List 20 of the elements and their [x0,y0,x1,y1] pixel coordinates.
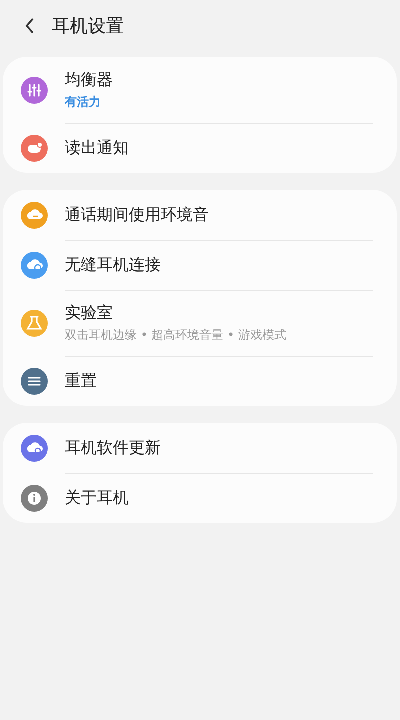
item-title: 均衡器 [65,70,114,90]
settings-item[interactable]: 无缝耳机连接 [3,240,397,290]
item-subtitle: 有活力 [65,94,102,110]
item-title: 耳机软件更新 [65,438,162,458]
item-title: 重置 [65,371,98,392]
settings-item[interactable]: 读出通知 [3,123,397,173]
settings-item[interactable]: 通话期间使用环境音 [3,190,397,240]
item-title: 通话期间使用环境音 [65,204,210,226]
back-icon [24,17,36,35]
page-title: 耳机设置 [52,15,124,38]
item-subtitle: 双击耳机边缘 • 超高环境音量 • 游戏模式 [65,327,288,344]
settings-item[interactable]: 关于耳机 [3,473,397,523]
item-title: 实验室 [65,303,114,324]
item-title: 无缝耳机连接 [65,255,162,276]
settings-item[interactable]: 均衡器 有活力 [3,57,397,123]
settings-item[interactable]: 实验室 双击耳机边缘 • 超高环境音量 • 游戏模式 [3,290,397,356]
settings-item[interactable]: 耳机软件更新 [3,423,397,473]
item-title: 读出通知 [65,138,130,159]
item-title: 关于耳机 [65,488,130,509]
settings-item[interactable]: 重置 [3,356,397,406]
